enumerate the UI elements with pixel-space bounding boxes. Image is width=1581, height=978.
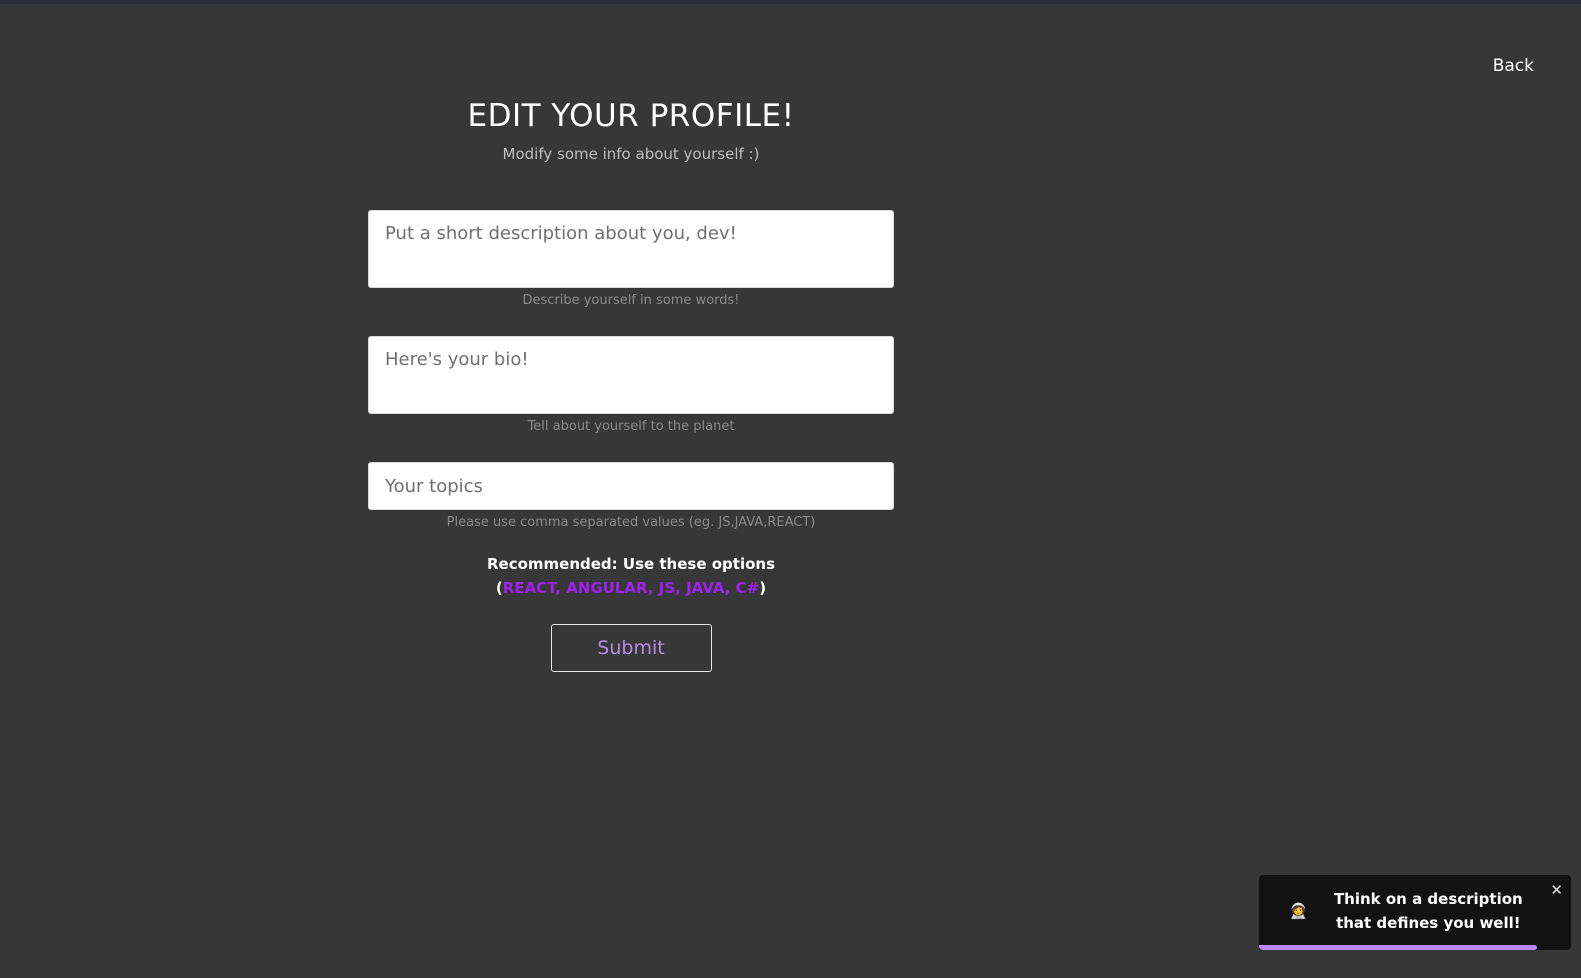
bio-input[interactable] xyxy=(368,336,894,414)
topics-helper-text: Please use comma separated values (eg. J… xyxy=(446,515,816,530)
toast-message: Think on a description that defines you … xyxy=(1333,890,1523,932)
astronaut-icon: 🧑‍🚀 xyxy=(1289,902,1308,920)
topics-input[interactable] xyxy=(368,462,894,510)
toast-body: 🧑‍🚀 Think on a description that defines … xyxy=(1259,875,1571,935)
topics-field-group: Please use comma separated values (eg. J… xyxy=(368,462,894,532)
toast-notification: 🧑‍🚀 Think on a description that defines … xyxy=(1259,875,1571,950)
recommended-label: Recommended: Use these options xyxy=(486,555,776,573)
recommended-close-paren: ) xyxy=(759,579,767,597)
top-strip xyxy=(0,0,1581,4)
page-title: EDIT YOUR PROFILE! xyxy=(467,98,795,134)
edit-profile-form: EDIT YOUR PROFILE! Modify some info abou… xyxy=(368,90,894,672)
page-subtitle: Modify some info about yourself :) xyxy=(502,145,760,163)
toast-progress-bar xyxy=(1259,945,1537,950)
description-field-group: Describe yourself in some words! xyxy=(368,210,894,310)
recommended-options: REACT, ANGULAR, JS, JAVA, C# xyxy=(502,579,760,597)
submit-button[interactable]: Submit xyxy=(550,624,712,672)
description-input[interactable] xyxy=(368,210,894,288)
description-helper-text: Describe yourself in some words! xyxy=(522,293,740,308)
close-icon[interactable]: ✕ xyxy=(1550,883,1563,898)
recommended-topics: Recommended: Use these options (REACT, A… xyxy=(368,552,894,600)
bio-helper-text: Tell about yourself to the planet xyxy=(527,419,735,434)
submit-row: Submit xyxy=(368,624,894,672)
recommended-open-paren: ( xyxy=(495,579,503,597)
recommended-options-line: (REACT, ANGULAR, JS, JAVA, C#) xyxy=(368,576,894,600)
bio-field-group: Tell about yourself to the planet xyxy=(368,336,894,436)
back-link[interactable]: Back xyxy=(1493,56,1534,76)
